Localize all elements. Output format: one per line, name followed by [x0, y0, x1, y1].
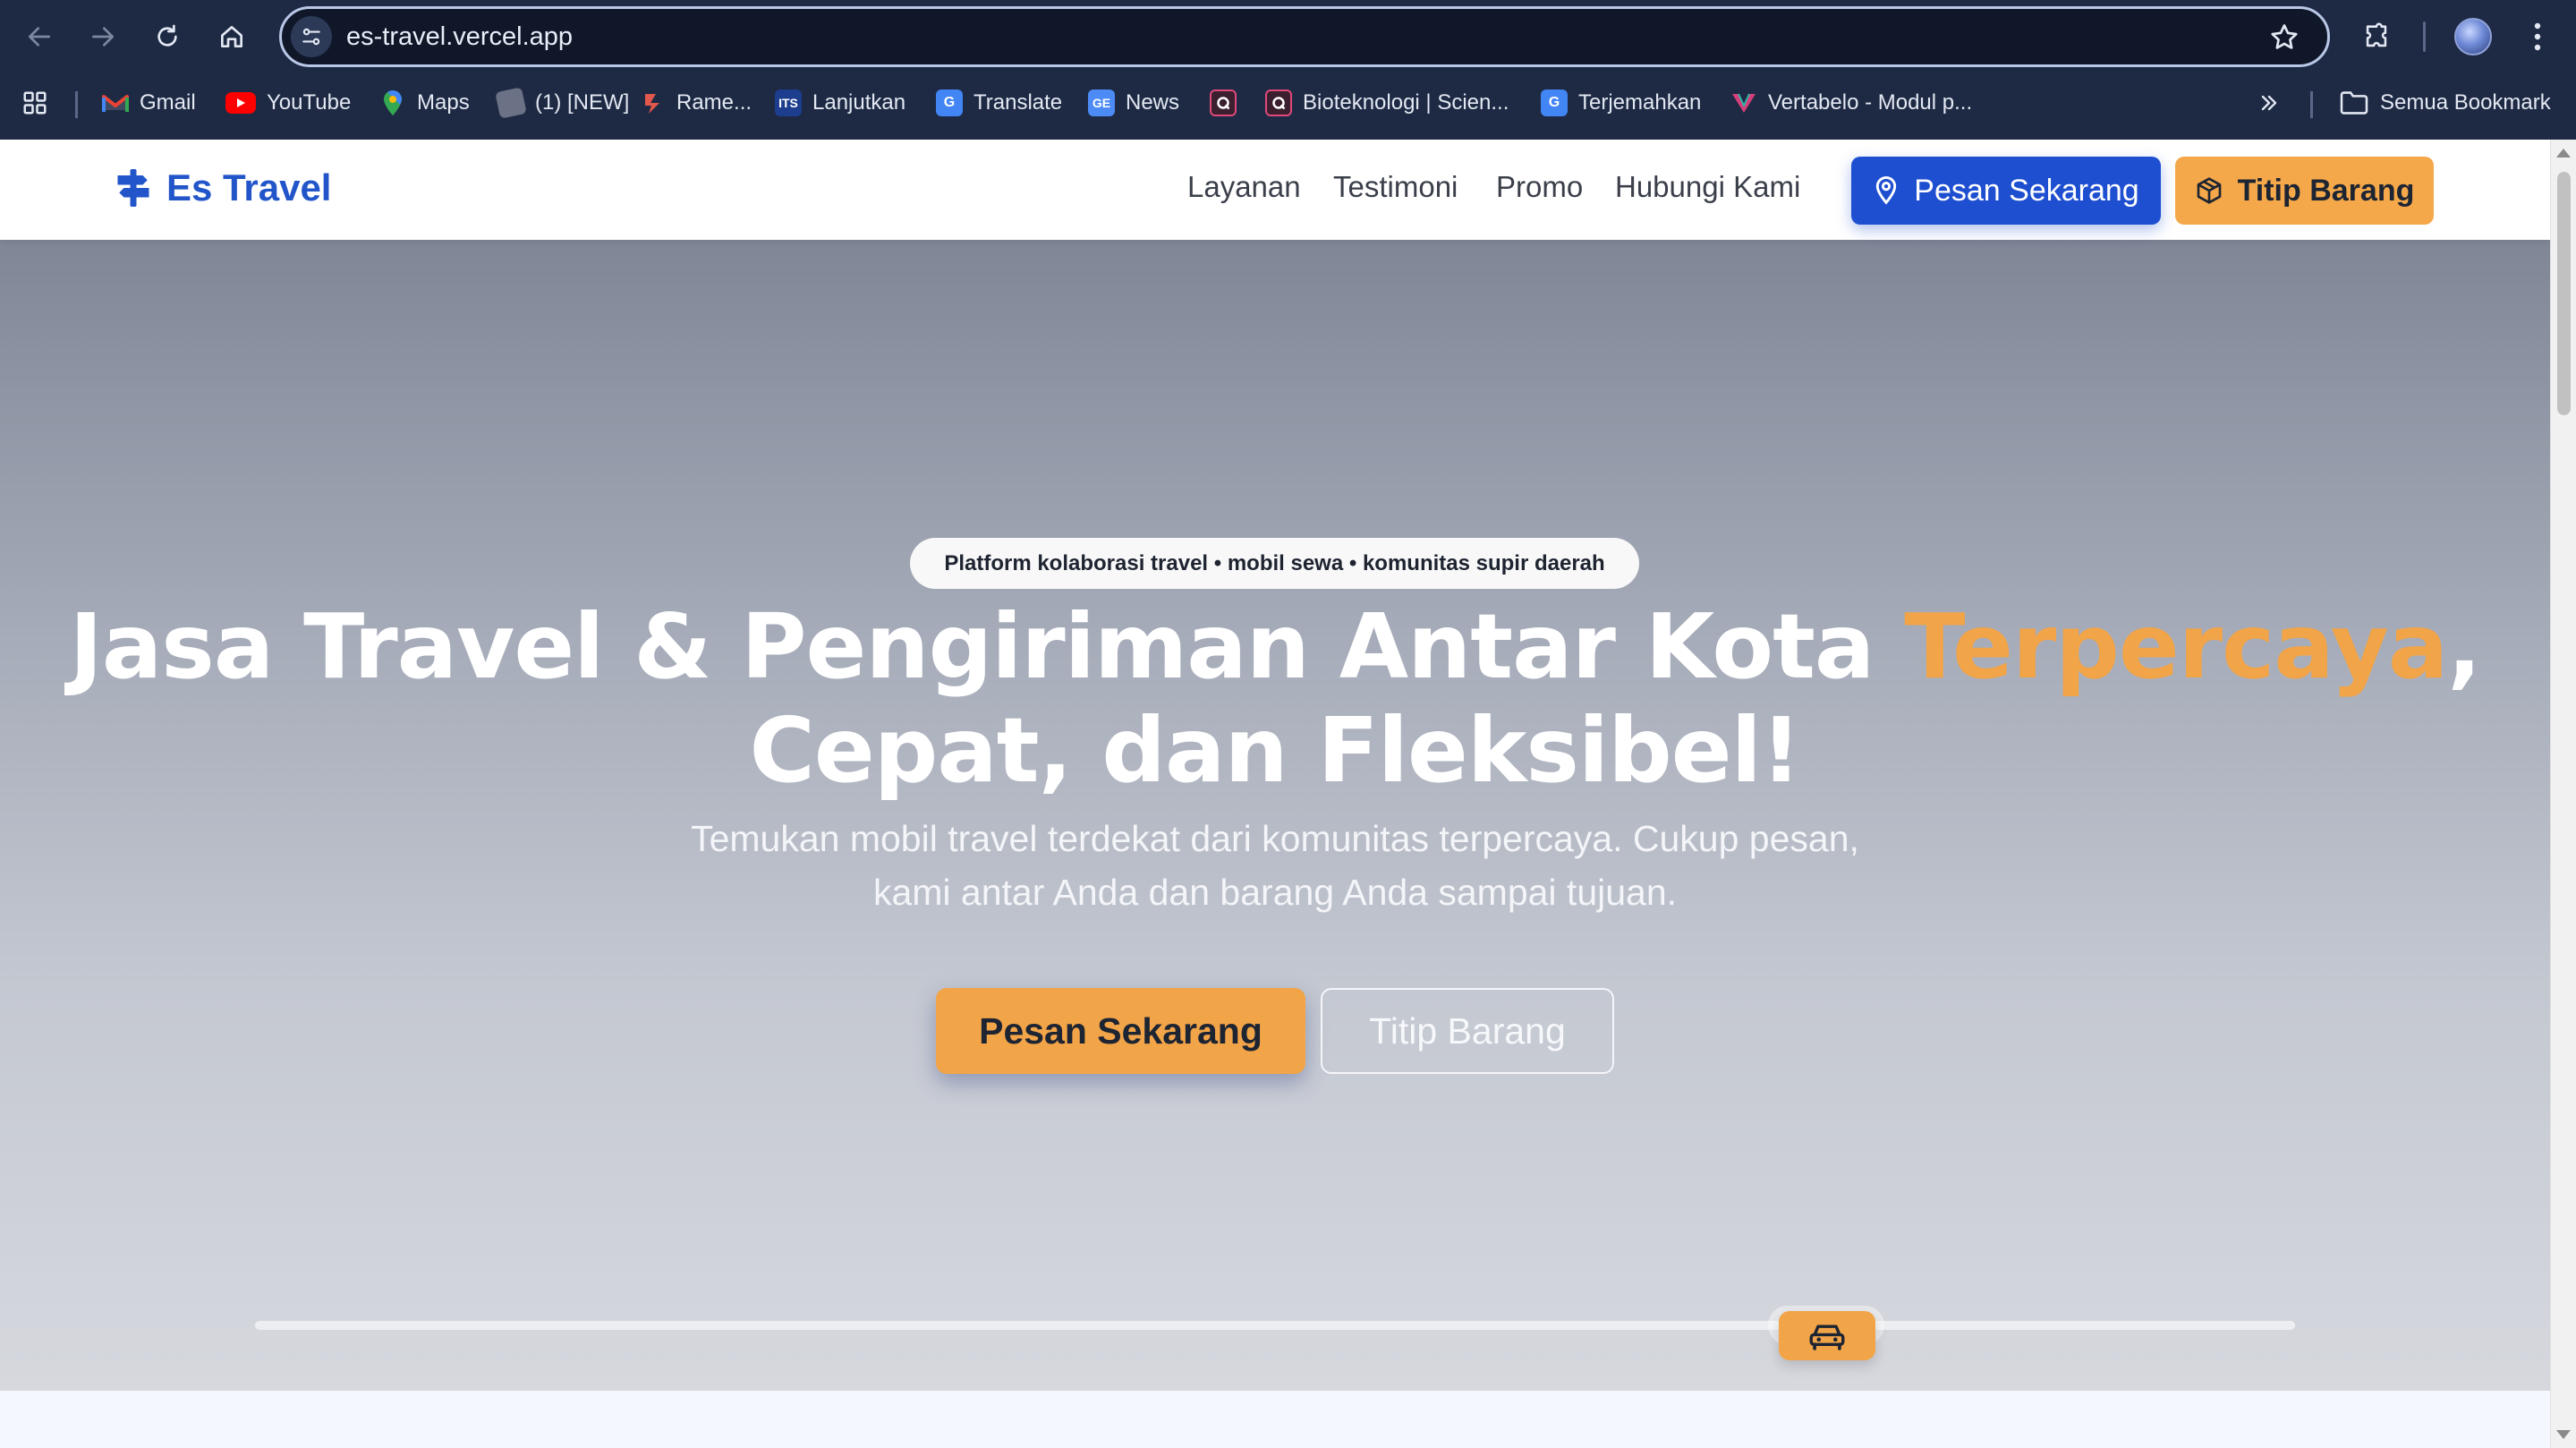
page-scrollbar[interactable] [2550, 140, 2576, 1448]
brand-logo[interactable]: Es Travel [115, 166, 331, 209]
scroll-up-arrow[interactable] [2556, 149, 2571, 158]
bookmark-gmail[interactable]: Gmail [102, 81, 196, 125]
quizizz-icon [1210, 89, 1237, 116]
car-icon [1809, 1324, 1845, 1350]
browser-menu-button[interactable] [2516, 15, 2559, 58]
address-bar[interactable]: es-travel.vercel.app [279, 6, 2330, 67]
bookmark-lanjutkan[interactable]: ITS Lanjutkan [775, 81, 905, 125]
bookmark-terjemahkan[interactable]: G Terjemahkan [1541, 81, 1701, 125]
header-book-label: Pesan Sekarang [1914, 173, 2139, 208]
site-header: Es Travel Layanan Testimoni Promo Hubung… [0, 140, 2550, 240]
arrow-right-icon [92, 27, 114, 47]
site-info-button[interactable] [291, 16, 332, 57]
nav-layanan[interactable]: Layanan [1187, 170, 1301, 204]
toolbar-divider [2423, 21, 2426, 52]
nav-testimoni[interactable]: Testimoni [1333, 170, 1458, 204]
arrow-left-icon [29, 27, 50, 47]
star-icon[interactable] [2268, 21, 2300, 54]
translate-icon: G [936, 89, 963, 116]
translate-icon: G [1541, 89, 1568, 116]
folder-icon [2340, 91, 2368, 115]
bookmark-rame[interactable]: Rame... [639, 81, 752, 125]
back-button[interactable] [18, 15, 61, 58]
reload-icon [157, 24, 177, 47]
bookmark-news[interactable]: GE News [1088, 81, 1179, 125]
bookmark-vertabelo[interactable]: Vertabelo - Modul p... [1730, 81, 1972, 125]
header-send-button[interactable]: Titip Barang [2175, 157, 2434, 225]
bookmark-translate[interactable]: G Translate [936, 81, 1062, 125]
hero-section: Platform kolaborasi travel • mobil sewa … [0, 240, 2550, 1391]
vertabelo-icon [1730, 89, 1757, 116]
apps-grid-icon [23, 91, 47, 115]
bookmark-bioteknologi[interactable]: Bioteknologi | Scien... [1265, 81, 1509, 125]
forward-button[interactable] [81, 15, 124, 58]
apps-button[interactable] [21, 81, 48, 125]
next-section-top [0, 1391, 2550, 1448]
profile-button[interactable] [2452, 15, 2495, 58]
home-button[interactable] [210, 15, 253, 58]
url-text[interactable]: es-travel.vercel.app [346, 22, 573, 52]
location-pin-icon [1876, 175, 1897, 205]
chevron-double-right-icon [2261, 95, 2277, 111]
youtube-icon [225, 92, 256, 114]
rame-icon [639, 89, 666, 116]
hero-book-button[interactable]: Pesan Sekarang [936, 988, 1305, 1074]
puzzle-icon [2366, 22, 2387, 47]
home-icon [221, 26, 242, 47]
news-icon: GE [1088, 89, 1115, 116]
bookmark-youtube[interactable]: YouTube [225, 81, 351, 125]
gmail-icon [102, 89, 129, 116]
reload-button[interactable] [146, 15, 189, 58]
signpost-icon [117, 169, 149, 207]
car-badge [1778, 1311, 1875, 1360]
bookmark-quizizz[interactable] [1210, 81, 1237, 125]
route-progress-car [1767, 1306, 1884, 1363]
bookmark-maps[interactable]: Maps [379, 81, 470, 125]
bookmarks-divider [75, 91, 78, 118]
browser-toolbar: es-travel.vercel.app [0, 0, 2576, 73]
its-icon: ITS [775, 89, 802, 116]
bookmarks-divider [2310, 91, 2313, 118]
hero-send-button[interactable]: Titip Barang [1321, 988, 1614, 1074]
nav-promo[interactable]: Promo [1496, 170, 1583, 204]
quizizz-icon [1265, 89, 1292, 116]
kebab-menu-icon [2534, 22, 2541, 51]
brand-name: Es Travel [166, 166, 332, 209]
bookmark-new-game[interactable]: (1) [NEW] [495, 81, 629, 125]
hero-subtitle-line2: kami antar Anda dan barang Anda sampai t… [872, 872, 1678, 913]
tune-icon [302, 28, 320, 46]
hero-headline-line1: Jasa Travel & Pengiriman Antar Kota Terp… [69, 594, 2482, 699]
hero-subtitle-line1: Temukan mobil travel terdekat dari komun… [691, 818, 1859, 859]
route-progress-track [255, 1321, 2295, 1330]
scroll-thumb[interactable] [2557, 172, 2571, 415]
hero-headline-line2: Cepat, dan Fleksibel! [749, 698, 1802, 803]
headline-accent: Terpercaya [1904, 594, 2448, 699]
hero-tagline-badge: Platform kolaborasi travel • mobil sewa … [910, 538, 1639, 589]
package-icon [2197, 177, 2221, 204]
page-viewport: Es Travel Layanan Testimoni Promo Hubung… [0, 140, 2550, 1448]
avatar [2454, 18, 2492, 55]
nav-hubungi-kami[interactable]: Hubungi Kami [1615, 170, 1800, 204]
bookmarks-overflow-button[interactable] [2257, 81, 2282, 125]
browser-chrome: es-travel.vercel.app Gmail YouTube Maps … [0, 0, 2576, 140]
header-book-button[interactable]: Pesan Sekarang [1851, 157, 2161, 225]
maps-icon [379, 89, 406, 116]
all-bookmarks-button[interactable]: Semua Bookmark [2339, 81, 2551, 125]
scroll-down-arrow[interactable] [2556, 1430, 2571, 1439]
game-icon [495, 87, 527, 119]
header-send-label: Titip Barang [2237, 173, 2415, 208]
bookmarks-bar: Gmail YouTube Maps (1) [NEW] Rame... ITS [0, 81, 2576, 125]
extensions-button[interactable] [2355, 15, 2398, 58]
